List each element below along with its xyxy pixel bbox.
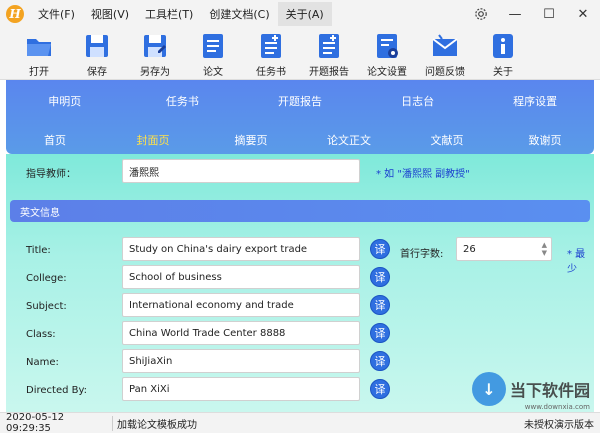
paper-label: 论文 [203,67,223,78]
proposal-label: 开题报告 [309,67,349,78]
about-label: 关于 [493,67,513,78]
doc-settings-button[interactable]: 论文设置 [358,28,416,80]
folder-icon [27,39,51,56]
menu-toolbar[interactable]: 工具栏(T) [137,2,201,26]
tab-row-2: 首页 封面页 摘要页 论文正文 文献页 致谢页 [6,132,594,148]
min-hint: * 最少 [567,249,586,275]
watermark-logo-icon: ↓ [471,372,506,406]
about-button[interactable]: 关于 [474,28,532,80]
minimize-button[interactable]: — [498,0,532,28]
doc-settings-icon [377,34,398,58]
line-chars-value: 26 [463,243,476,255]
translate-title-button[interactable]: 译 [370,239,390,259]
watermark: ↓ 当下软件园 [471,372,590,406]
title-input[interactable]: Study on China's dairy export trade [122,237,360,261]
mail-icon [432,34,458,56]
translate-subject-button[interactable]: 译 [370,295,390,315]
tab-cover[interactable]: 封面页 [104,132,202,148]
english-info-header: 英文信息 [10,200,590,222]
college-input[interactable]: School of business [122,265,360,289]
tab-references[interactable]: 文献页 [398,132,496,148]
name-input[interactable]: ShiJiaXin [122,349,360,373]
menu-about[interactable]: 关于(A) [277,2,332,26]
name-label: Name: [26,357,59,368]
translate-name-button[interactable]: 译 [370,351,390,371]
maximize-button[interactable]: ☐ [532,0,566,28]
translate-class-button[interactable]: 译 [370,323,390,343]
proposal-doc-icon [319,34,339,58]
spinner-arrows-icon[interactable]: ▲ ▼ [542,241,547,257]
line-chars-label: 首行字数: [400,249,444,260]
gear-icon[interactable] [464,0,498,28]
paper-doc-icon [203,34,223,58]
menu-create-doc[interactable]: 创建文档(C) [201,2,277,26]
app-logo-icon: H [6,5,24,23]
title-label: Title: [26,245,51,256]
advisor-label: 指导教师： [26,169,76,180]
status-bar: 2020-05-12 09:29:35 加载论文模板成功 未授权演示版本 [0,412,600,433]
tab-panel: 申明页 任务书 开题报告 日志台 程序设置 首页 封面页 摘要页 论文正文 文献… [6,80,594,154]
tab-row-1: 申明页 任务书 开题报告 日志台 程序设置 [6,93,594,109]
menubar: H 文件(F) 视图(V) 工具栏(T) 创建文档(C) 关于(A) — ☐ ✕ [0,0,600,28]
tab-home[interactable]: 首页 [6,132,104,148]
tab-task-book[interactable]: 任务书 [133,93,231,109]
line-chars-spinner[interactable]: 26 ▲ ▼ [456,237,552,261]
tab-program-settings[interactable]: 程序设置 [486,93,584,109]
status-time: 2020-05-12 09:29:35 [6,412,65,433]
menu-file[interactable]: 文件(F) [30,2,83,26]
task-doc-icon [261,34,281,58]
save-as-label: 另存为 [140,67,170,78]
info-icon [493,34,513,58]
feedback-button[interactable]: 问题反馈 [416,28,474,80]
college-label: College: [26,273,67,284]
tab-body[interactable]: 论文正文 [300,132,398,148]
class-label: Class: [26,329,56,340]
menu-view[interactable]: 视图(V) [83,2,137,26]
watermark-text: 当下软件园 [509,381,590,400]
save-button[interactable]: 保存 [68,28,126,80]
license-status: 未授权演示版本 [524,419,594,431]
tab-acknowledgement[interactable]: 致谢页 [496,132,594,148]
save-label: 保存 [87,67,107,78]
directed-by-label: Directed By: [26,385,88,396]
watermark-url: www.downxia.com [524,403,590,411]
task-book-label: 任务书 [256,67,286,78]
proposal-button[interactable]: 开题报告 [300,28,358,80]
feedback-label: 问题反馈 [425,67,465,78]
advisor-input[interactable]: 潘熙熙 [122,159,360,183]
translate-college-button[interactable]: 译 [370,267,390,287]
subject-input[interactable]: International economy and trade [122,293,360,317]
tab-log[interactable]: 日志台 [369,93,467,109]
subject-label: Subject: [26,301,67,312]
close-button[interactable]: ✕ [566,0,600,28]
class-input[interactable]: China World Trade Center 8888 [122,321,360,345]
advisor-hint: * 如 "潘熙熙 副教授" [376,169,470,180]
toolbar: 打开 保存 另存为 论文 任务书 开题报告 论文设置 问题反馈 关于 [0,28,600,80]
tab-proposal[interactable]: 开题报告 [251,93,349,109]
doc-settings-label: 论文设置 [367,67,407,78]
translate-directed-by-button[interactable]: 译 [370,379,390,399]
tab-abstract[interactable]: 摘要页 [202,132,300,148]
status-message: 加载论文模板成功 [112,415,197,431]
directed-by-input[interactable]: Pan XiXi [122,377,360,401]
open-label: 打开 [29,67,49,78]
window-controls: — ☐ ✕ [464,0,600,28]
save-as-icon [144,35,166,57]
open-button[interactable]: 打开 [10,28,68,80]
save-as-button[interactable]: 另存为 [126,28,184,80]
paper-button[interactable]: 论文 [184,28,242,80]
tab-declaration[interactable]: 申明页 [16,93,114,109]
task-book-button[interactable]: 任务书 [242,28,300,80]
save-icon [86,35,108,57]
